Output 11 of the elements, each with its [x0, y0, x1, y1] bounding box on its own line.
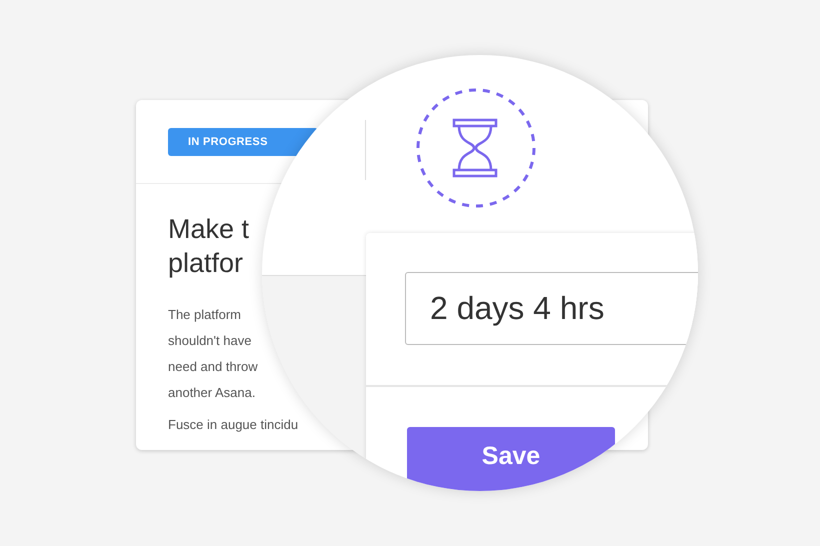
task-title: Make t [168, 213, 250, 246]
description-text: need and throw [168, 358, 258, 376]
status-button[interactable]: IN PROGRESS [168, 128, 318, 156]
description-text: another Asana. [168, 384, 256, 402]
duration-field[interactable]: 2 days 4 hrs [405, 272, 698, 345]
description-text: The platform [168, 306, 241, 324]
description-text: shouldn't have [168, 332, 252, 350]
description-text: Fusce in augue tincidu [168, 416, 298, 434]
task-title: platfor [168, 247, 244, 280]
hourglass-icon [414, 86, 538, 210]
save-button[interactable]: Save [407, 427, 615, 491]
